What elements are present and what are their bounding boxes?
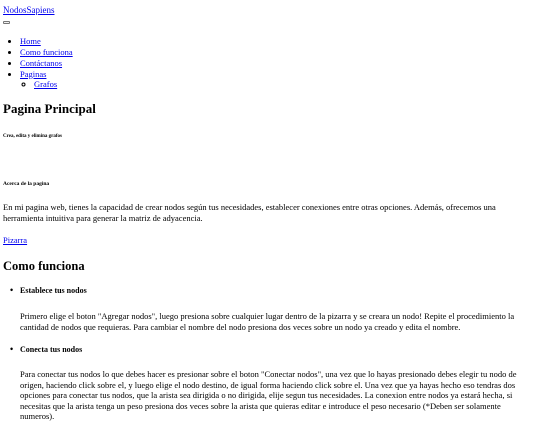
step-title-conecta-nodos: Conecta tus nodos xyxy=(10,344,82,355)
pizarra-link[interactable]: Pizarra xyxy=(3,235,27,245)
nav-menu: Home Como funciona Contáctanos Paginas G… xyxy=(3,36,73,90)
step-title-establece-nodos: Establece tus nodos xyxy=(10,285,87,296)
page: NodosSapiens Home Como funciona Contácta… xyxy=(0,0,540,421)
nav-link-paginas[interactable]: Paginas xyxy=(20,69,46,79)
nav-item-contactanos: Contáctanos xyxy=(20,58,73,68)
section-heading-como-funciona: Como funciona xyxy=(3,259,85,273)
nav-link-contactanos[interactable]: Contáctanos xyxy=(20,58,62,68)
nav-item-home: Home xyxy=(20,36,73,46)
page-subtitle: Crea, edita y elimina grafos xyxy=(3,134,62,139)
about-paragraph: En mi pagina web, tienes la capacidad de… xyxy=(3,202,496,223)
nav-item-paginas: Paginas Grafos xyxy=(20,69,73,90)
page-title: Pagina Principal xyxy=(3,101,96,116)
nav-subitem-grafos: Grafos xyxy=(34,79,73,89)
step-description-conecta-nodos: Para conectar tus nodos lo que debes hac… xyxy=(20,369,517,422)
step-description-establece-nodos: Primero elige el boton "Agregar nodos", … xyxy=(20,311,515,332)
nav-link-como-funciona[interactable]: Como funciona xyxy=(20,47,73,57)
brand-link[interactable]: NodosSapiens xyxy=(3,5,55,16)
navbar-toggler-button[interactable] xyxy=(3,21,10,24)
nav-link-home[interactable]: Home xyxy=(20,36,41,46)
nav-item-como-funciona: Como funciona xyxy=(20,47,73,57)
nav-submenu: Grafos xyxy=(20,79,73,89)
about-heading: Acerca de la pagina xyxy=(3,181,50,187)
nav-link-grafos[interactable]: Grafos xyxy=(34,79,57,89)
